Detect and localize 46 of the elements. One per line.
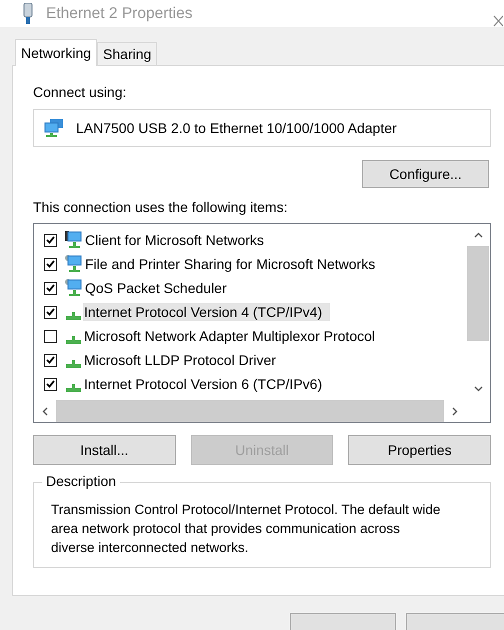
network-plug-icon bbox=[66, 384, 81, 392]
scroll-down-icon bbox=[474, 386, 482, 392]
checkbox[interactable] bbox=[44, 258, 57, 270]
check-icon bbox=[46, 308, 55, 316]
check-icon bbox=[46, 284, 55, 292]
check-icon bbox=[46, 380, 55, 388]
network-computers-icon bbox=[44, 119, 64, 137]
checkbox[interactable] bbox=[44, 378, 57, 390]
computer-icon bbox=[65, 279, 82, 297]
checkbox[interactable] bbox=[44, 282, 57, 294]
network-plug-icon bbox=[66, 312, 81, 320]
description-text: Transmission Control Protocol/Internet Protocol. The default wide area network protocol that provides communication across diverse interconnected networks. bbox=[51, 501, 442, 557]
list-item[interactable]: Internet Protocol Version 4 (TCP/IPv4) bbox=[83, 303, 330, 321]
list-item[interactable]: Client for Microsoft Networks bbox=[84, 231, 265, 249]
action-button[interactable]: Install... bbox=[33, 435, 176, 465]
ethernet-icon bbox=[22, 2, 34, 24]
adapter-name: LAN7500 USB 2.0 to Ethernet 10/100/1000 Adapter bbox=[76, 120, 397, 136]
network-plug-icon bbox=[66, 336, 81, 344]
tab[interactable]: Networking bbox=[15, 39, 98, 66]
checkbox[interactable] bbox=[44, 354, 57, 366]
field-label: This connection uses the following items: bbox=[33, 199, 288, 217]
network-plug-icon bbox=[66, 360, 81, 368]
check-icon bbox=[46, 356, 55, 364]
list-item[interactable]: QoS Packet Scheduler bbox=[84, 279, 228, 297]
check-icon bbox=[46, 260, 55, 268]
window-title: Ethernet 2 Properties bbox=[46, 4, 192, 22]
scroll-left-icon bbox=[42, 406, 48, 416]
field-label: Connect using: bbox=[33, 84, 128, 102]
computer-icon bbox=[65, 231, 82, 249]
list-item[interactable]: Microsoft Network Adapter Multiplexor Protocol bbox=[83, 327, 376, 345]
check-icon bbox=[46, 236, 55, 244]
computer-icon bbox=[65, 255, 82, 273]
checkbox[interactable] bbox=[44, 330, 57, 342]
checkbox[interactable] bbox=[44, 234, 57, 246]
list-item[interactable]: Internet Protocol Version 6 (TCP/IPv6) bbox=[83, 375, 324, 393]
scroll-up-icon bbox=[474, 232, 482, 238]
action-button[interactable]: Properties bbox=[348, 435, 492, 465]
list-item[interactable]: Microsoft LLDP Protocol Driver bbox=[83, 351, 277, 369]
group-title: Description bbox=[42, 473, 120, 489]
close-icon[interactable] bbox=[493, 15, 503, 27]
tab[interactable]: Sharing bbox=[97, 42, 158, 65]
configure-button[interactable]: Configure... bbox=[362, 160, 489, 188]
scroll-right-icon bbox=[452, 406, 458, 416]
checkbox[interactable] bbox=[44, 306, 57, 318]
scrollbar-thumb[interactable] bbox=[467, 246, 489, 341]
list-item[interactable]: File and Printer Sharing for Microsoft Networks bbox=[84, 255, 376, 273]
